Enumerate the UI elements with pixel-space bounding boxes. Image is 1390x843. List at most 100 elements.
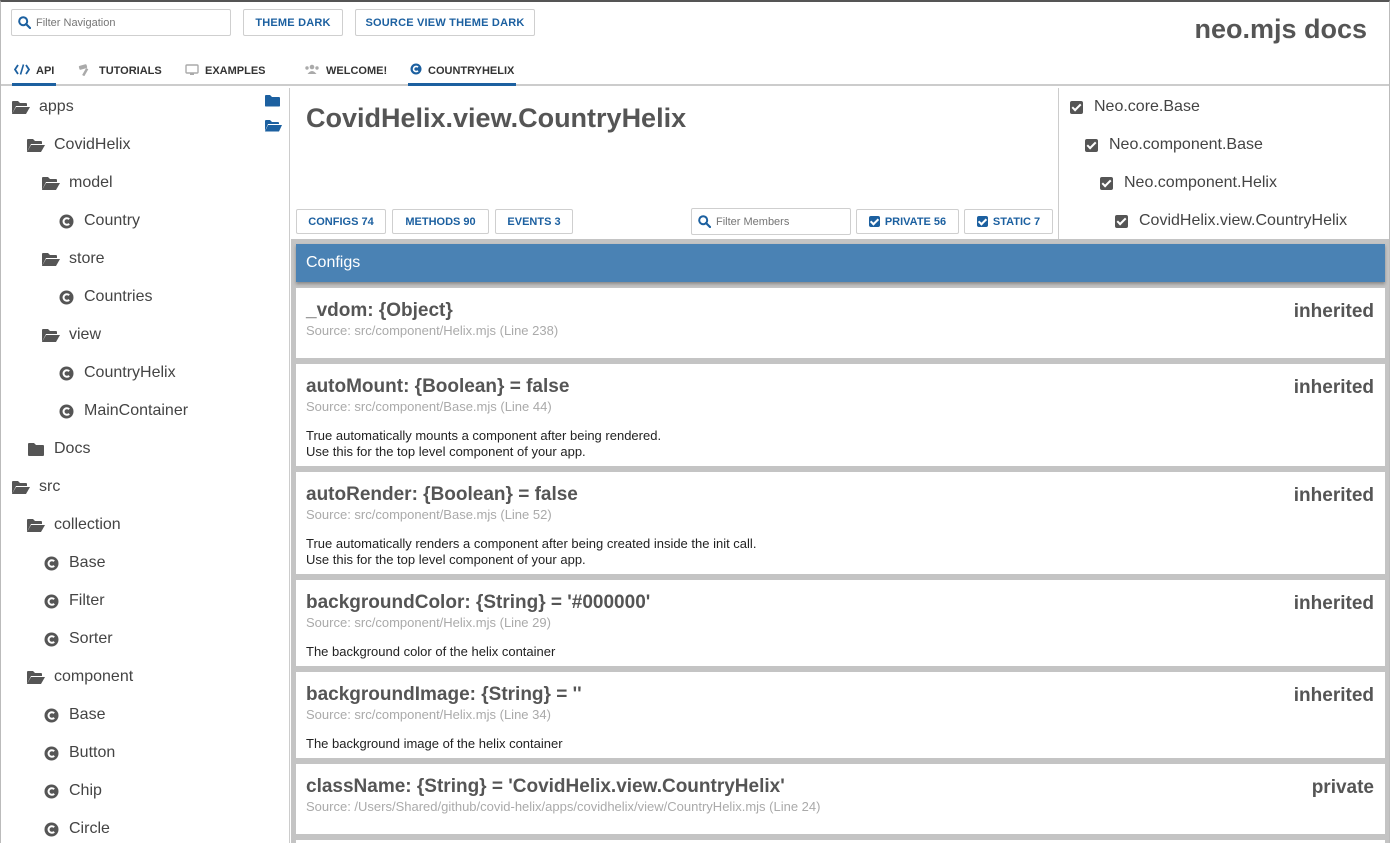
tree-item-label: Circle [69,820,110,837]
app-title: neo.mjs docs [1194,14,1367,44]
tree-item[interactable]: Circle [41,810,110,843]
folder-icon [26,442,46,457]
hierarchy-item[interactable]: Neo.core.Base [1070,88,1200,126]
checkbox-icon[interactable] [1100,176,1113,190]
tree-item[interactable]: Base [41,696,105,734]
tree-item-label: collection [54,516,121,533]
filter-navigation-input[interactable] [36,16,221,29]
expand-all-icon[interactable] [264,119,283,137]
class-icon [410,63,422,78]
tree-item[interactable]: CountryHelix [56,354,176,392]
tree-item-label: Country [84,212,141,229]
member-name: className: {String} = 'CovidHelix.view.C… [306,776,785,797]
tree-item[interactable]: component [26,658,133,696]
checkbox-icon[interactable] [1070,100,1083,114]
member-name: autoRender: {Boolean} = false [306,484,578,505]
section-header-configs: Configs [296,244,1385,282]
class-icon [41,556,61,571]
tree-item[interactable]: Base [41,544,105,582]
member-card[interactable]: autoMount: {Boolean} = false Source: src… [296,364,1385,466]
collapse-all-icon[interactable] [264,94,281,112]
tree-item[interactable]: Country [56,202,140,240]
tree-item-label: Docs [54,440,91,457]
class-hierarchy: Neo.core.Base Neo.component.Base Neo.com… [1058,88,1389,240]
methods-button[interactable]: METHODS 90 [392,209,489,234]
static-toggle-label: STATIC 7 [992,215,1041,228]
tree-item-label: apps [39,98,74,115]
tree-item[interactable]: apps [11,88,74,126]
tree-item[interactable]: collection [26,506,121,544]
member-card[interactable]: className: {String} = 'CovidHelix.view.C… [296,764,1385,834]
checkbox-icon [868,216,880,227]
tree-item[interactable]: Countries [56,278,152,316]
filter-members-input[interactable] [716,215,846,228]
member-card[interactable]: autoRender: {Boolean} = false Source: sr… [296,472,1385,574]
member-source[interactable]: Source: src/component/Helix.mjs (Line 23… [306,323,1375,338]
class-icon [41,746,61,761]
code-icon [13,63,31,78]
tree-item[interactable]: MainContainer [56,392,188,430]
description-line: The background image of the helix contai… [306,736,563,751]
tree-item[interactable]: view [41,316,101,354]
member-tag: inherited [1293,301,1374,322]
hierarchy-item[interactable]: Neo.component.Helix [1100,164,1277,202]
filter-navigation-field[interactable] [11,9,231,36]
tab-examples[interactable]: EXAMPLES [183,58,268,84]
tree-item[interactable]: Sorter [41,620,113,658]
member-card[interactable]: backgroundColor: {String} = '#000000' So… [296,580,1385,666]
tab-countryhelix[interactable]: COUNTRYHELIX [408,58,517,86]
tree-item-label: CountryHelix [84,364,176,381]
member-tag: inherited [1293,377,1374,398]
member-card[interactable]: backgroundImage: {String} = '' Source: s… [296,672,1385,758]
navigation-tree: apps CovidHelix model Country store Countries… [1,88,290,843]
tab-welcome[interactable]: WELCOME! [302,58,389,84]
tree-item-label: Chip [69,782,102,799]
tree-item[interactable]: src [11,468,60,506]
description-line: The background color of the helix contai… [306,644,556,659]
member-source[interactable]: Source: src/component/Helix.mjs (Line 34… [306,707,1375,722]
member-tag: inherited [1293,485,1374,506]
hierarchy-item[interactable]: Neo.component.Base [1085,126,1263,164]
docs-app: THEME DARK SOURCE VIEW THEME DARK neo.mj… [0,0,1390,843]
source-view-theme-dark-button[interactable]: SOURCE VIEW THEME DARK [355,9,535,36]
tree-item[interactable]: store [41,240,105,278]
member-name: backgroundColor: {String} = '#000000' [306,592,651,613]
members-list: Configs _vdom: {Object} Source: src/comp… [291,239,1389,843]
tree-item-label: Base [69,706,106,723]
member-source[interactable]: Source: src/component/Base.mjs (Line 44) [306,399,1375,414]
class-header: CovidHelix.view.CountryHelix CONFIGS 74 … [291,88,1058,239]
tree-item[interactable]: Filter [41,582,105,620]
tree-item[interactable]: Button [41,734,115,772]
tree-item[interactable]: Chip [41,772,102,810]
member-tag: private [1311,777,1374,798]
tree-item[interactable]: Docs [26,430,90,468]
tree-item-label: component [54,668,134,685]
description-line: Use this for the top level component of … [306,444,586,459]
folder-open-icon [11,480,31,495]
static-toggle[interactable]: STATIC 7 [964,209,1053,234]
configs-button[interactable]: CONFIGS 74 [296,209,386,234]
events-button[interactable]: EVENTS 3 [495,209,573,234]
member-source[interactable]: Source: src/component/Base.mjs (Line 52) [306,507,1375,522]
checkbox-icon[interactable] [1115,214,1128,228]
tree-item-label: Filter [69,592,105,609]
class-icon [56,290,76,305]
tree-item[interactable]: model [41,164,113,202]
theme-dark-button[interactable]: THEME DARK [243,9,343,36]
desktop-icon [185,63,199,79]
tab-tutorials[interactable]: TUTORIALS [76,58,164,84]
hierarchy-item[interactable]: CovidHelix.view.CountryHelix [1115,202,1347,240]
private-toggle[interactable]: PRIVATE 56 [856,209,959,234]
member-description: True automatically mounts a component af… [306,428,1375,460]
hierarchy-item-label: Neo.component.Base [1109,136,1263,153]
tab-api[interactable]: API [12,58,57,86]
member-source[interactable]: Source: src/component/Helix.mjs (Line 29… [306,615,1375,630]
tab-examples-label: EXAMPLES [205,65,266,77]
tree-item[interactable]: CovidHelix [26,126,130,164]
checkbox-icon[interactable] [1085,138,1098,152]
class-icon [41,632,61,647]
member-source[interactable]: Source: /Users/Shared/github/covid-helix… [306,799,1375,814]
hierarchy-item-label: Neo.component.Helix [1124,174,1277,191]
filter-members-field[interactable] [691,208,851,235]
member-card[interactable]: _vdom: {Object} Source: src/component/He… [296,288,1385,358]
